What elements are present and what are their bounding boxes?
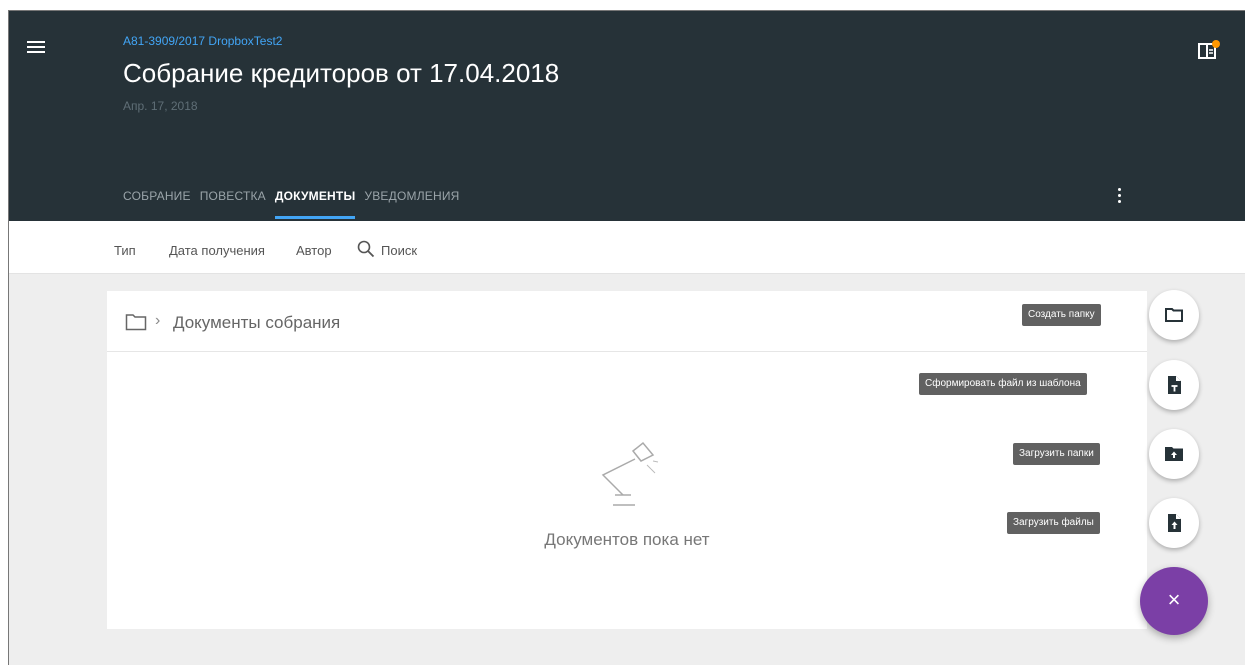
meeting-date: Апр. 17, 2018 <box>123 99 198 113</box>
empty-state-text: Документов пока нет <box>544 530 710 549</box>
page-title: Собрание кредиторов от 17.04.2018 <box>123 58 560 88</box>
breadcrumb-label: Документы собрания <box>173 313 341 332</box>
upload-folders-button[interactable] <box>1149 429 1199 479</box>
folder-outline-icon <box>1165 308 1183 322</box>
file-template-icon <box>1168 376 1181 394</box>
file-upload-icon <box>1168 514 1181 532</box>
folder-upload-icon <box>1165 447 1183 461</box>
more-options-icon[interactable] <box>1113 186 1127 206</box>
close-speed-dial-button[interactable]: × <box>1140 567 1208 635</box>
desk-lamp-icon <box>601 441 659 506</box>
tooltip-create-folder: Создать папку <box>1022 304 1101 326</box>
tab-documents[interactable]: ДОКУМЕНТЫ <box>274 187 356 219</box>
upload-files-button[interactable] <box>1149 498 1199 548</box>
create-folder-button[interactable] <box>1149 290 1199 340</box>
app-window: А81-3909/2017 DropboxTest2 Собрание кред… <box>8 10 1245 665</box>
tab-meeting[interactable]: СОБРАНИЕ <box>123 187 191 219</box>
folder-icon[interactable] <box>125 313 147 331</box>
search-input[interactable]: Поиск <box>381 243 417 258</box>
documents-card: › Документы собрания Документов пока нет <box>107 291 1147 629</box>
menu-icon[interactable] <box>27 39 49 55</box>
tab-notifications[interactable]: УВЕДОМЛЕНИЯ <box>364 187 459 219</box>
filter-type[interactable]: Тип <box>114 243 136 258</box>
tooltip-from-template: Сформировать файл из шаблона <box>919 373 1087 395</box>
filter-author[interactable]: Автор <box>296 243 332 258</box>
breadcrumb-separator: › <box>155 312 161 329</box>
filter-date-received[interactable]: Дата получения <box>169 243 265 258</box>
tab-agenda[interactable]: ПОВЕСТКА <box>200 187 266 219</box>
case-link[interactable]: А81-3909/2017 DropboxTest2 <box>123 34 282 48</box>
header-bar: А81-3909/2017 DropboxTest2 Собрание кред… <box>9 11 1245 221</box>
tooltip-upload-folders: Загрузить папки <box>1013 443 1100 465</box>
panel-notification-icon[interactable] <box>1197 39 1221 63</box>
breadcrumb: › Документы собрания <box>107 291 1147 352</box>
tooltip-upload-files: Загрузить файлы <box>1007 512 1100 534</box>
filter-bar: Тип Дата получения Автор Поиск <box>9 221 1245 274</box>
search-icon[interactable] <box>357 240 375 258</box>
close-icon: × <box>1167 587 1181 612</box>
tab-bar: СОБРАНИЕ ПОВЕСТКА ДОКУМЕНТЫ УВЕДОМЛЕНИЯ <box>123 187 469 221</box>
from-template-button[interactable] <box>1149 360 1199 410</box>
